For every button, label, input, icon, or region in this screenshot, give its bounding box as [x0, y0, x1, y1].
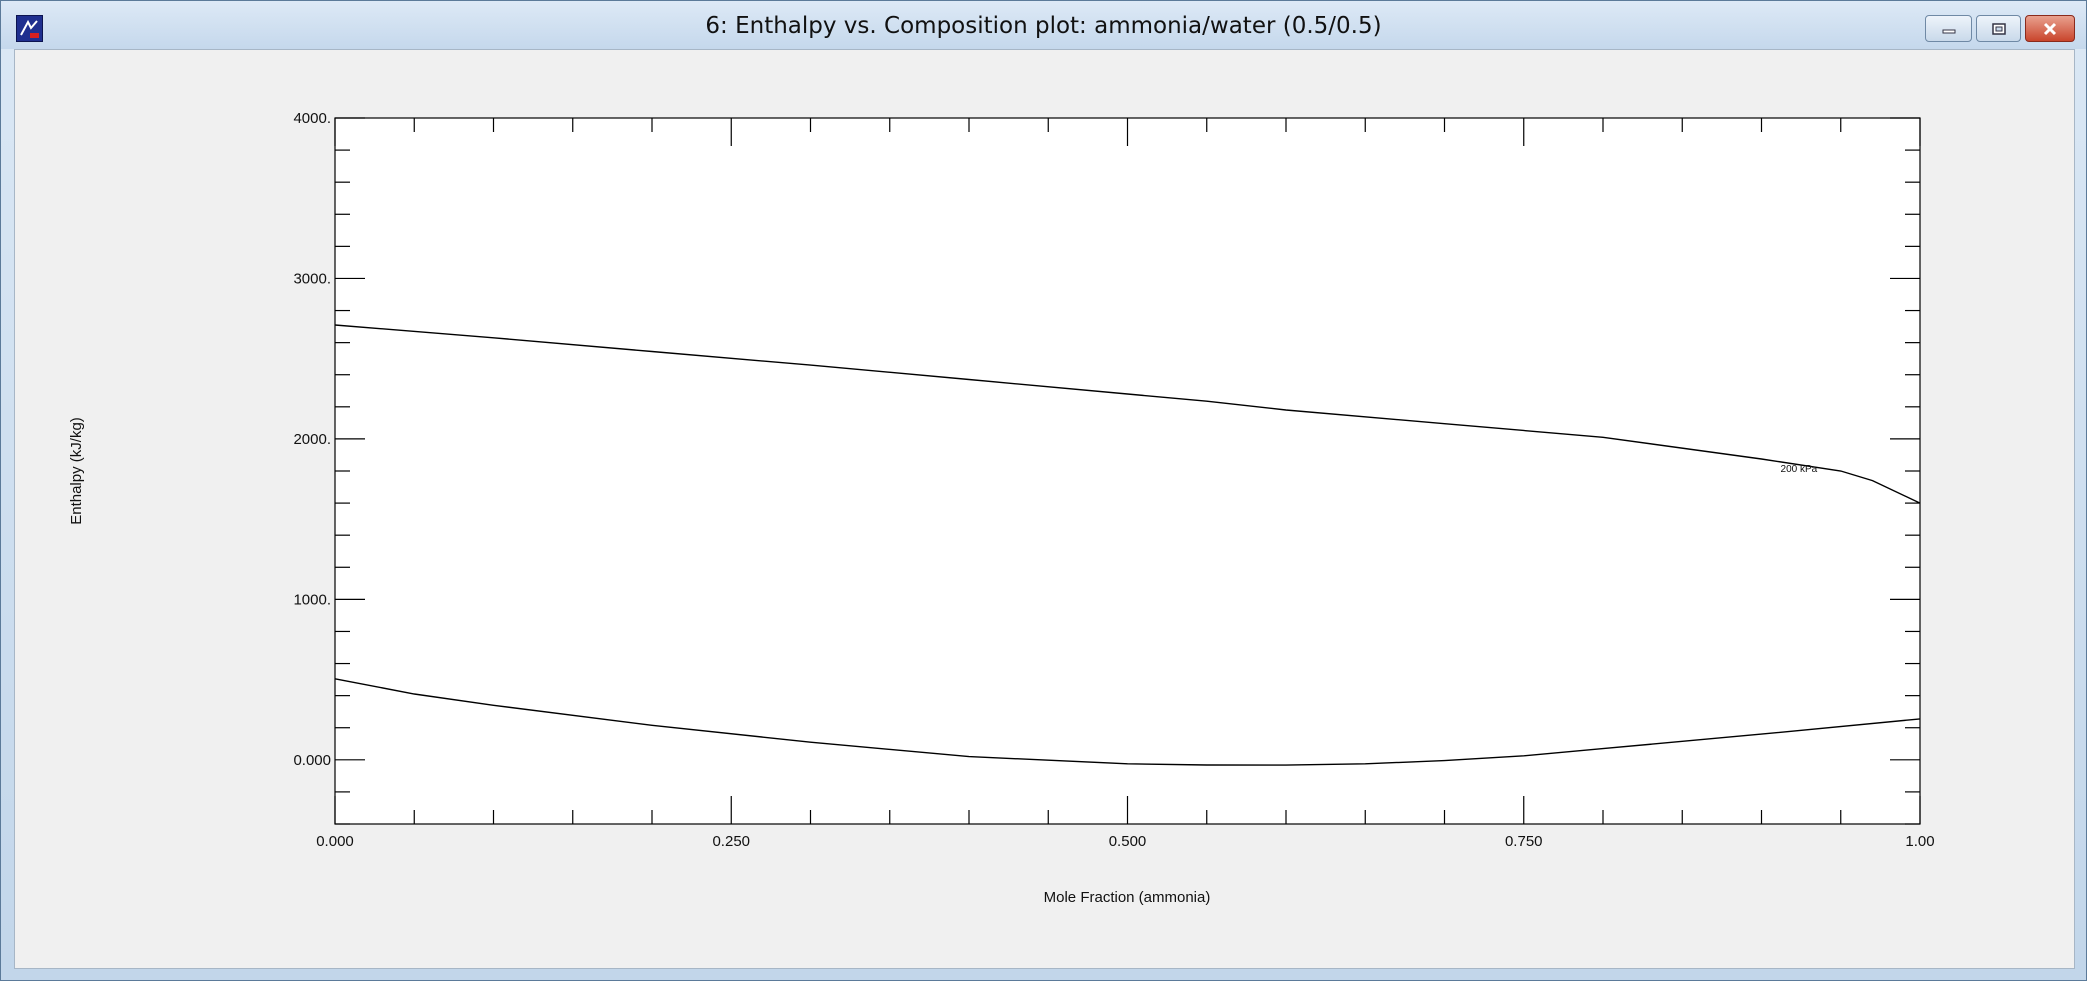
y-tick-label: 1000. [293, 591, 331, 608]
plot-area-client: 0.000 0.250 0.500 0.750 1.00 0.000 1000. 2000.… [14, 49, 2075, 969]
y-tick-label: 4000. [293, 110, 331, 127]
title-bar[interactable]: 6: Enthalpy vs. Composition plot: ammoni… [1, 1, 2086, 49]
application-window: 6: Enthalpy vs. Composition plot: ammoni… [0, 0, 2087, 981]
x-tick-label: 1.00 [1905, 833, 1934, 850]
y-tick-label: 3000. [293, 270, 331, 287]
y-tick-label: 0.000 [293, 752, 331, 769]
plot-frame [334, 117, 1921, 825]
window-title: 6: Enthalpy vs. Composition plot: ammoni… [705, 13, 1382, 39]
pressure-annotation: 200 kPa [1781, 464, 1818, 475]
maximize-icon [1991, 22, 2006, 35]
x-tick-labels: 0.000 0.250 0.500 0.750 1.00 [316, 833, 1934, 850]
y-tick-labels: 0.000 1000. 2000. 3000. 4000. [293, 110, 331, 769]
x-axis-label: Mole Fraction (ammonia) [1044, 889, 1211, 906]
x-tick-label: 0.000 [316, 833, 354, 850]
minimize-icon [1942, 29, 1955, 33]
close-button[interactable] [2025, 15, 2075, 42]
minimize-button[interactable] [1925, 15, 1972, 42]
x-tick-label: 0.250 [712, 833, 750, 850]
y-axis-label: Enthalpy (kJ/kg) [68, 417, 85, 525]
maximize-button[interactable] [1976, 15, 2021, 42]
enthalpy-composition-chart: 0.000 0.250 0.500 0.750 1.00 0.000 1000. 2000.… [68, 110, 1935, 906]
x-tick-label: 0.500 [1109, 833, 1147, 850]
x-tick-label: 0.750 [1505, 833, 1543, 850]
close-icon [2043, 22, 2057, 35]
y-tick-label: 2000. [293, 431, 331, 448]
annotations: 200 kPa [1781, 464, 1818, 475]
